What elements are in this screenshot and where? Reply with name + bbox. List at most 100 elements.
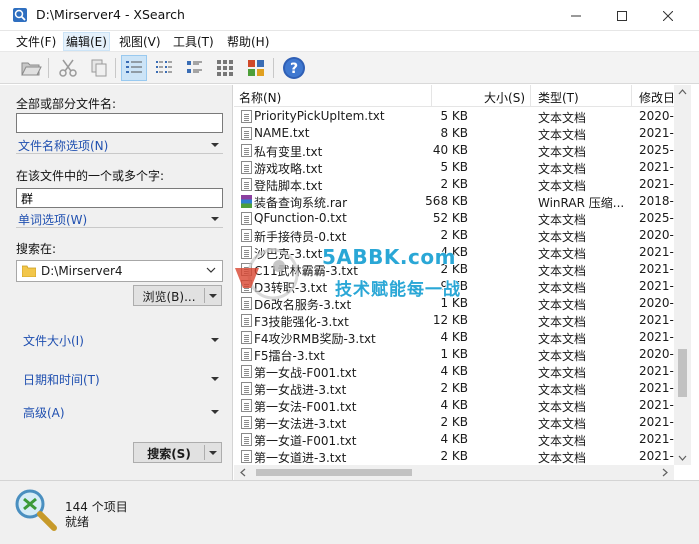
minimize-button[interactable] bbox=[553, 0, 599, 31]
file-type: 文本文档 bbox=[538, 247, 587, 261]
filename-label: 全部或部分文件名: bbox=[16, 97, 117, 111]
browse-label: 浏览(B)... bbox=[142, 290, 196, 304]
folder-icon bbox=[22, 265, 36, 277]
menu-help[interactable]: 帮助(H) bbox=[225, 33, 271, 50]
thumbnails-view-icon bbox=[248, 60, 264, 76]
search-button-label: 搜索(S) bbox=[147, 447, 191, 461]
view-list-button[interactable] bbox=[151, 55, 177, 81]
watermark-logo bbox=[235, 248, 299, 300]
file-size: 2 KB bbox=[440, 449, 468, 463]
table-row[interactable]: 私有变里.txt 40 KB 文本文档 2025-5 bbox=[234, 142, 674, 159]
menu-tools[interactable]: 工具(T) bbox=[171, 33, 216, 50]
table-row[interactable]: 第一女法-F001.txt 4 KB 文本文档 2021-8 bbox=[234, 397, 674, 414]
file-size: 4 KB bbox=[440, 364, 468, 378]
status-state: 就绪 bbox=[65, 515, 90, 529]
maximize-icon bbox=[617, 10, 627, 21]
file-date: 2020-2 bbox=[639, 347, 674, 361]
menu-view[interactable]: 视图(V) bbox=[117, 33, 163, 50]
file-name: 第一女战进-3.txt bbox=[254, 383, 347, 397]
file-date: 2021-9 bbox=[639, 415, 674, 429]
view-thumbnails-button[interactable] bbox=[243, 55, 269, 81]
filesize-section[interactable]: 文件大小(I) bbox=[16, 331, 223, 351]
scroll-left-icon[interactable] bbox=[240, 468, 246, 477]
close-button[interactable] bbox=[645, 0, 691, 31]
horizontal-scrollbar[interactable] bbox=[234, 465, 674, 480]
table-row[interactable]: 装备查询系统.rar 568 KB WinRAR 压缩... 2018-8 bbox=[234, 193, 674, 210]
file-type: 文本文档 bbox=[538, 417, 587, 431]
menu-edit[interactable]: 编辑(E) bbox=[63, 32, 110, 51]
table-row[interactable]: F3技能强化-3.txt 12 KB 文本文档 2021-9 bbox=[234, 312, 674, 329]
table-row[interactable]: 第一女道-F001.txt 4 KB 文本文档 2021-8 bbox=[234, 431, 674, 448]
column-type[interactable]: 类型(T) bbox=[531, 85, 632, 107]
search-in-combobox[interactable]: D:\Mirserver4 bbox=[16, 260, 223, 282]
content-label: 在该文件中的一个或多个字: bbox=[16, 169, 165, 183]
table-row[interactable]: 游戏攻略.txt 5 KB 文本文档 2021-9 bbox=[234, 159, 674, 176]
view-large-icons-button[interactable] bbox=[212, 55, 238, 81]
maximize-button[interactable] bbox=[599, 0, 645, 31]
table-row[interactable]: 登陆脚本.txt 2 KB 文本文档 2021-9 bbox=[234, 176, 674, 193]
dropdown-arrow-icon bbox=[211, 377, 219, 381]
vertical-scroll-thumb[interactable] bbox=[678, 349, 687, 397]
menu-file[interactable]: 文件(F) bbox=[14, 33, 58, 50]
advanced-label: 高级(A) bbox=[23, 406, 65, 420]
file-name: F3技能强化-3.txt bbox=[254, 315, 349, 329]
horizontal-scroll-thumb[interactable] bbox=[256, 469, 412, 476]
list-view-icon bbox=[156, 61, 172, 73]
table-row[interactable]: PriorityPickUpItem.txt 5 KB 文本文档 2020-2 bbox=[234, 108, 674, 125]
file-name: 新手接待员-0.txt bbox=[254, 230, 347, 244]
column-size[interactable]: 大小(S) bbox=[432, 85, 531, 107]
search-magnifier-icon bbox=[15, 489, 57, 531]
help-button[interactable]: ? bbox=[281, 55, 307, 81]
table-row[interactable]: F5擂台-3.txt 1 KB 文本文档 2020-2 bbox=[234, 346, 674, 363]
cut-button[interactable] bbox=[55, 55, 81, 81]
column-date[interactable]: 修改日 bbox=[632, 85, 674, 107]
view-small-icons-button[interactable] bbox=[182, 55, 208, 81]
copy-button[interactable] bbox=[86, 55, 112, 81]
table-row[interactable]: 第一女道进-3.txt 2 KB 文本文档 2021-9 bbox=[234, 448, 674, 465]
file-size: 12 KB bbox=[432, 313, 468, 327]
file-date: 2021-8 bbox=[639, 364, 674, 378]
table-row[interactable]: F4攻沙RMB奖励-3.txt 4 KB 文本文档 2021-9 bbox=[234, 329, 674, 346]
word-options-dropdown[interactable]: 单词选项(W) bbox=[16, 210, 223, 228]
file-size: 52 KB bbox=[432, 211, 468, 225]
search-in-value: D:\Mirserver4 bbox=[41, 264, 123, 278]
file-type: 文本文档 bbox=[538, 128, 587, 142]
browse-button[interactable]: 浏览(B)... bbox=[133, 285, 222, 306]
text-file-icon bbox=[241, 212, 252, 225]
scroll-down-icon[interactable] bbox=[678, 455, 687, 461]
file-date: 2021-9 bbox=[639, 245, 674, 259]
menu-bar: 文件(F) 编辑(E) 视图(V) 工具(T) 帮助(H) bbox=[0, 31, 699, 51]
table-row[interactable]: 新手接待员-0.txt 2 KB 文本文档 2020-2 bbox=[234, 227, 674, 244]
text-file-icon bbox=[241, 178, 252, 191]
column-name[interactable]: 名称(N) bbox=[234, 85, 432, 107]
file-name: NAME.txt bbox=[254, 126, 310, 140]
table-row[interactable]: QFunction-0.txt 52 KB 文本文档 2025-5 bbox=[234, 210, 674, 227]
advanced-section[interactable]: 高级(A) bbox=[16, 403, 223, 423]
search-button[interactable]: 搜索(S) bbox=[133, 442, 222, 463]
filename-input[interactable] bbox=[16, 113, 223, 133]
table-row[interactable]: NAME.txt 8 KB 文本文档 2021-1 bbox=[234, 125, 674, 142]
file-type: 文本文档 bbox=[538, 213, 587, 227]
view-details-button[interactable] bbox=[121, 55, 147, 81]
content-input[interactable] bbox=[16, 188, 223, 208]
table-row[interactable]: 第一女战-F001.txt 4 KB 文本文档 2021-8 bbox=[234, 363, 674, 380]
dropdown-arrow-icon bbox=[209, 451, 217, 455]
file-type: 文本文档 bbox=[538, 383, 587, 397]
search-panel: 全部或部分文件名: 文件名称选项(N) 在该文件中的一个或多个字: 单词选项(W… bbox=[0, 85, 233, 480]
datetime-section[interactable]: 日期和时间(T) bbox=[16, 370, 223, 390]
file-type: 文本文档 bbox=[538, 400, 587, 414]
file-type: 文本文档 bbox=[538, 349, 587, 363]
scroll-right-icon[interactable] bbox=[662, 468, 668, 477]
dropdown-arrow-icon bbox=[211, 410, 219, 414]
file-size: 8 KB bbox=[440, 126, 468, 140]
file-type: 文本文档 bbox=[538, 179, 587, 193]
table-row[interactable]: 第一女战进-3.txt 2 KB 文本文档 2021-9 bbox=[234, 380, 674, 397]
filename-options-dropdown[interactable]: 文件名称选项(N) bbox=[16, 136, 223, 154]
vertical-scrollbar[interactable] bbox=[674, 85, 691, 465]
scroll-up-icon[interactable] bbox=[678, 89, 687, 95]
file-size: 2 KB bbox=[440, 415, 468, 429]
file-type: 文本文档 bbox=[538, 315, 587, 329]
table-row[interactable]: 第一女法进-3.txt 2 KB 文本文档 2021-9 bbox=[234, 414, 674, 431]
open-folder-button[interactable] bbox=[18, 55, 44, 81]
file-type: 文本文档 bbox=[538, 298, 587, 312]
